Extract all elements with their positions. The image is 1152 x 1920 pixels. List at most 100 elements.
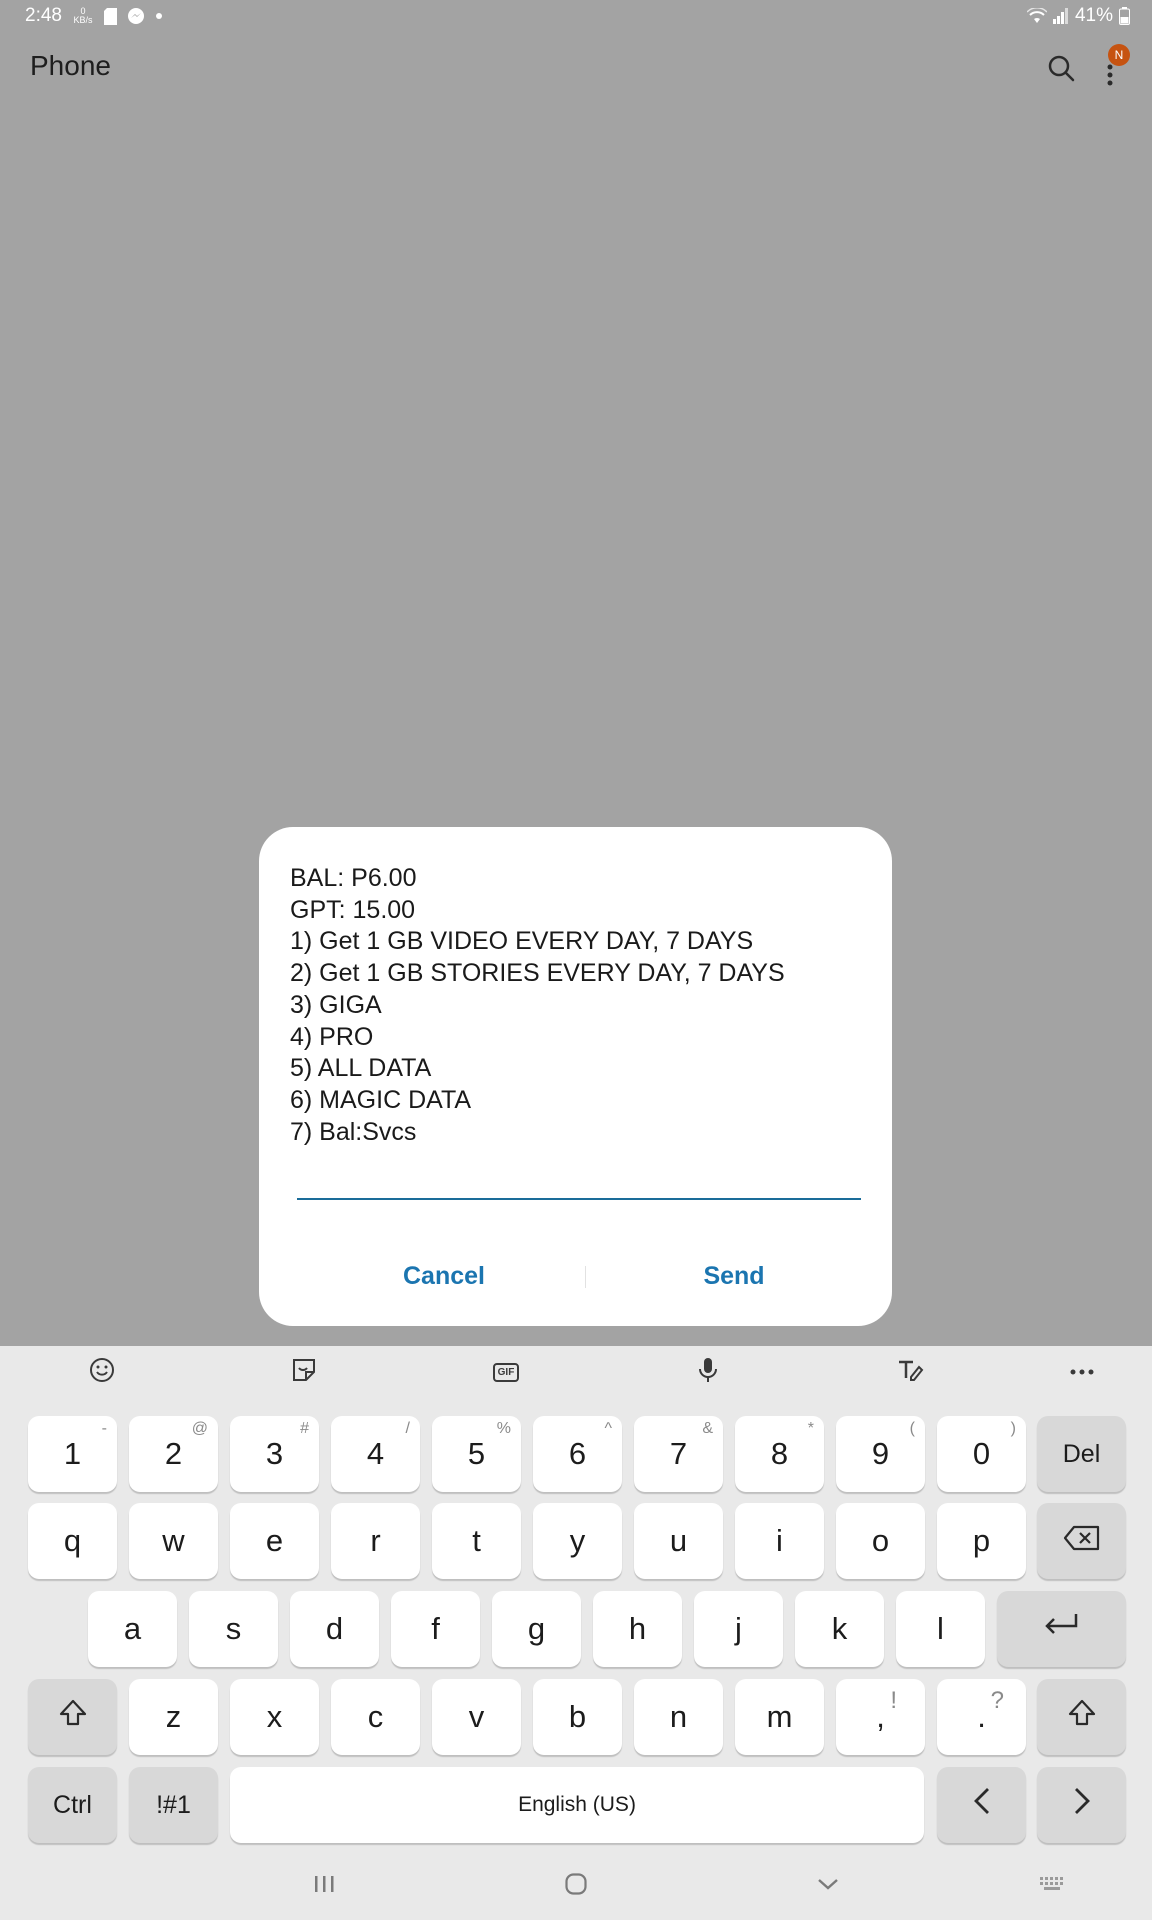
shift-key-right[interactable] — [1037, 1679, 1126, 1755]
key-u[interactable]: u — [634, 1503, 723, 1579]
key-l[interactable]: l — [896, 1591, 985, 1667]
key-h[interactable]: h — [593, 1591, 682, 1667]
key-f[interactable]: f — [391, 1591, 480, 1667]
send-button[interactable]: Send — [609, 1253, 859, 1299]
back-chevron-icon — [816, 1877, 840, 1896]
key-k[interactable]: k — [795, 1591, 884, 1667]
key-z[interactable]: z — [129, 1679, 218, 1755]
symbols-key[interactable]: !#1 — [129, 1767, 218, 1843]
handwriting-button[interactable] — [892, 1356, 928, 1388]
voice-input-button[interactable] — [690, 1356, 726, 1388]
key-m[interactable]: m — [735, 1679, 824, 1755]
key-e[interactable]: e — [230, 1503, 319, 1579]
ussd-reply-input[interactable] — [297, 1162, 861, 1200]
key-b[interactable]: b — [533, 1679, 622, 1755]
ussd-option-6: 6) MAGIC DATA — [290, 1085, 472, 1114]
shift-key-left[interactable] — [28, 1679, 117, 1755]
sticker-button[interactable] — [286, 1356, 322, 1388]
ussd-message: BAL: P6.00 GPT: 15.00 1) Get 1 GB VIDEO … — [290, 863, 870, 1148]
emoji-button[interactable] — [84, 1356, 120, 1388]
ussd-option-5: 5) ALL DATA — [290, 1054, 432, 1083]
search-icon — [1045, 55, 1077, 88]
key-p[interactable]: p — [937, 1503, 1026, 1579]
key-label: 6 — [568, 1436, 587, 1471]
key-n[interactable]: n — [634, 1679, 723, 1755]
key-label: 7 — [669, 1436, 688, 1471]
search-button[interactable] — [1045, 52, 1077, 84]
ctrl-key[interactable]: Ctrl — [28, 1767, 117, 1843]
key-a[interactable]: a — [88, 1591, 177, 1667]
key-label: , — [876, 1699, 885, 1734]
keyboard-switch-button[interactable] — [1030, 1864, 1074, 1908]
sd-card-icon — [103, 7, 117, 25]
key-g[interactable]: g — [492, 1591, 581, 1667]
handwriting-icon — [896, 1357, 924, 1388]
battery-percent: 41% — [1074, 5, 1113, 26]
ussd-line-balance: BAL: P6.00 — [290, 864, 417, 892]
key-label: 8 — [770, 1436, 789, 1471]
key-label: 4 — [366, 1436, 385, 1471]
key-label: 9 — [871, 1436, 890, 1471]
app-title: Phone — [30, 50, 111, 81]
key-v[interactable]: v — [432, 1679, 521, 1755]
notification-badge: N — [1108, 44, 1130, 66]
cancel-button[interactable]: Cancel — [319, 1253, 569, 1299]
key-symbol: / — [405, 1420, 410, 1437]
key-symbol: ^ — [604, 1420, 612, 1437]
keyboard-icon — [1038, 1875, 1066, 1898]
del-key-label: Del — [1062, 1439, 1101, 1468]
key-3[interactable]: 3 # — [230, 1416, 319, 1492]
key-comma[interactable]: ,! — [836, 1679, 925, 1755]
home-button[interactable] — [554, 1864, 598, 1908]
ussd-dialog: BAL: P6.00 GPT: 15.00 1) Get 1 GB VIDEO … — [259, 827, 892, 1326]
space-key[interactable]: English (US) — [230, 1767, 924, 1843]
backspace-icon — [1063, 1523, 1101, 1559]
key-x[interactable]: x — [230, 1679, 319, 1755]
key-o[interactable]: o — [836, 1503, 925, 1579]
navigation-bar — [0, 1850, 1152, 1920]
key-7[interactable]: 7 & — [634, 1416, 723, 1492]
app-bar: Phone N — [0, 34, 1152, 100]
key-w[interactable]: w — [129, 1503, 218, 1579]
cursor-right-key[interactable] — [1037, 1767, 1126, 1843]
key-1[interactable]: 1- — [28, 1416, 117, 1492]
key-d[interactable]: d — [290, 1591, 379, 1667]
key-i[interactable]: i — [735, 1503, 824, 1579]
key-y[interactable]: y — [533, 1503, 622, 1579]
key-label: 3 — [265, 1436, 284, 1471]
cursor-left-key[interactable] — [937, 1767, 1026, 1843]
key-5[interactable]: 5% — [432, 1416, 521, 1492]
gif-button[interactable]: GIF — [488, 1356, 524, 1388]
key-c[interactable]: c — [331, 1679, 420, 1755]
del-key[interactable]: Del — [1037, 1416, 1126, 1492]
key-6[interactable]: 6 ^ — [533, 1416, 622, 1492]
key-t[interactable]: t — [432, 1503, 521, 1579]
backspace-key[interactable] — [1037, 1503, 1126, 1579]
key-8[interactable]: 8 * — [735, 1416, 824, 1492]
status-time: 2:48 — [25, 5, 62, 26]
recents-icon — [312, 1874, 336, 1899]
sticker-icon — [291, 1357, 317, 1388]
keyboard-toolbar: GIF — [0, 1346, 1152, 1398]
key-9[interactable]: 9( — [836, 1416, 925, 1492]
key-2[interactable]: 2 @ — [129, 1416, 218, 1492]
key-q[interactable]: q — [28, 1503, 117, 1579]
button-divider — [585, 1266, 586, 1288]
key-0[interactable]: 0) — [937, 1416, 1026, 1492]
more-toolbar-button[interactable] — [1064, 1356, 1100, 1388]
enter-key[interactable] — [997, 1591, 1126, 1667]
gif-icon: GIF — [492, 1362, 520, 1382]
key-4[interactable]: 4/ — [331, 1416, 420, 1492]
key-j[interactable]: j — [694, 1591, 783, 1667]
more-horizontal-icon — [1069, 1363, 1095, 1381]
battery-icon — [1119, 7, 1130, 25]
key-r[interactable]: r — [331, 1503, 420, 1579]
microphone-icon — [697, 1356, 719, 1389]
key-s[interactable]: s — [189, 1591, 278, 1667]
hide-keyboard-button[interactable] — [806, 1864, 850, 1908]
key-period[interactable]: .? — [937, 1679, 1026, 1755]
key-label: 2 — [164, 1436, 183, 1471]
recents-button[interactable] — [302, 1864, 346, 1908]
chevron-right-icon — [1071, 1786, 1093, 1824]
key-symbol: * — [807, 1420, 814, 1437]
